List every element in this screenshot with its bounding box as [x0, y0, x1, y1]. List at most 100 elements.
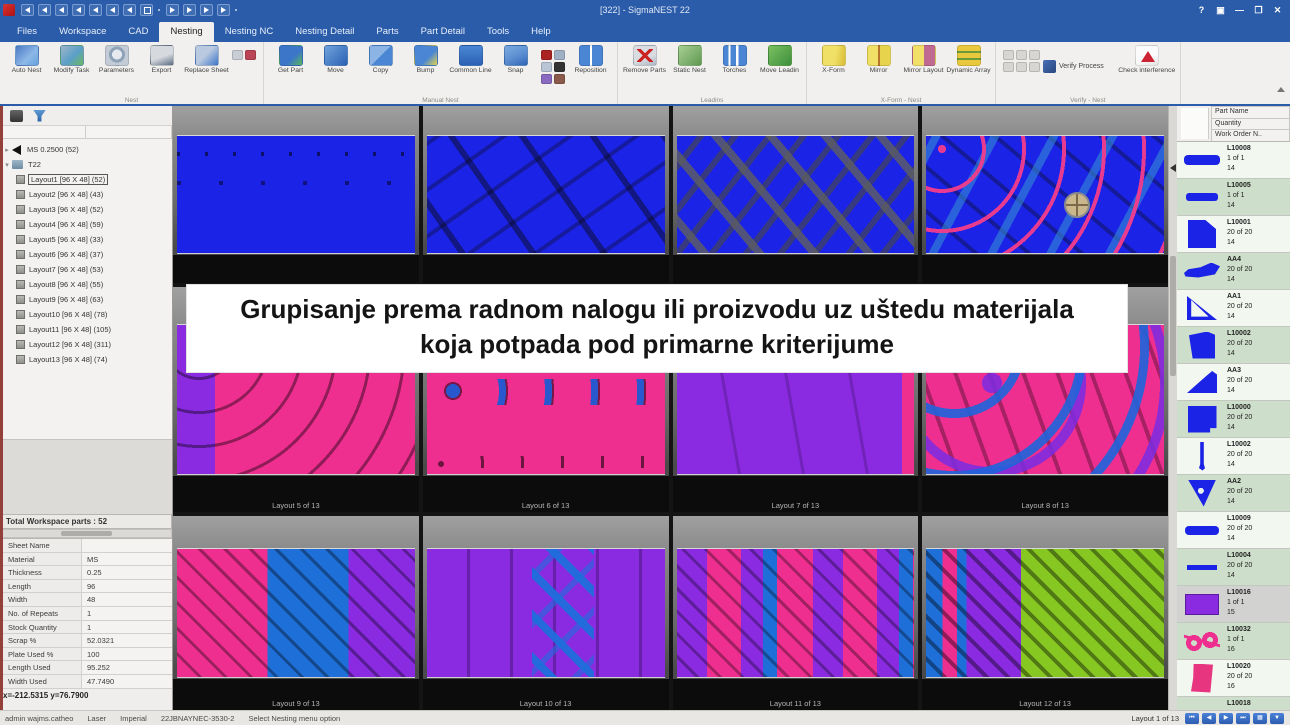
layout-thumbnail-10[interactable]: Layout 10 of 13	[423, 516, 669, 710]
qa-run-icon-1[interactable]	[166, 4, 179, 16]
column-header-part-name[interactable]: Part Name	[1211, 106, 1290, 118]
layout-thumbnail-2[interactable]	[423, 106, 669, 283]
reposition-button[interactable]: Reposition	[568, 44, 613, 75]
xform-button[interactable]: X-Form	[811, 44, 856, 75]
qa-nest-icon-4[interactable]	[72, 4, 85, 16]
tree-layout-11[interactable]: Layout11 [96 X 48] (105)	[2, 322, 172, 337]
part-row-L10001[interactable]: L1000120 of 2014	[1177, 216, 1290, 253]
part-row-L10005[interactable]: L100051 of 114	[1177, 179, 1290, 216]
layout-thumbnail-4[interactable]	[922, 106, 1168, 283]
tree-layout-1[interactable]: Layout1 [96 X 48] (52)	[2, 172, 172, 187]
modify-task-button[interactable]: Modify Task	[49, 44, 94, 75]
canvas-vertical-scrollbar[interactable]	[1168, 106, 1177, 710]
get-part-button[interactable]: Get Part	[268, 44, 313, 75]
part-row-L10009[interactable]: L1000920 of 2014	[1177, 512, 1290, 549]
tab-help[interactable]: Help	[520, 22, 562, 42]
check-interference-button[interactable]: Check interference	[1118, 44, 1176, 75]
part-row-AA1[interactable]: AA120 of 2014	[1177, 290, 1290, 327]
qa-nest-icon-5[interactable]	[89, 4, 102, 16]
part-row-L10016[interactable]: L100161 of 115	[1177, 586, 1290, 623]
layout-thumbnail-9[interactable]: Layout 9 of 13	[173, 516, 419, 710]
part-row-AA4[interactable]: AA420 of 2014	[1177, 253, 1290, 290]
nav-last-button[interactable]: ⏭	[1236, 713, 1250, 724]
app-icon[interactable]	[3, 4, 15, 16]
torches-button[interactable]: Torches	[712, 44, 757, 75]
layout-switch-button[interactable]: ▣	[1212, 3, 1229, 17]
angle-icon[interactable]	[1003, 50, 1014, 60]
parts-filter-box[interactable]	[1181, 108, 1209, 139]
tree-layout-12[interactable]: Layout12 [96 X 48] (311)	[2, 337, 172, 352]
photo-icon[interactable]	[554, 50, 565, 60]
copy-button[interactable]: Copy	[358, 44, 403, 75]
qa-run-icon-2[interactable]	[183, 4, 196, 16]
camera-icon[interactable]	[541, 62, 552, 72]
tab-workspace[interactable]: Workspace	[48, 22, 117, 42]
ribbon-collapse-caret[interactable]	[1277, 87, 1285, 92]
filter-icon[interactable]	[33, 110, 46, 122]
part-row-L10002b[interactable]: L1000220 of 2014	[1177, 438, 1290, 475]
qa-nest-icon-3[interactable]	[55, 4, 68, 16]
export-button[interactable]: Export	[139, 44, 184, 75]
qa-run-icon-3[interactable]	[200, 4, 213, 16]
part-row-L10020[interactable]: L1002020 of 2016	[1177, 660, 1290, 697]
tab-nesting-detail[interactable]: Nesting Detail	[284, 22, 365, 42]
replace-sheet-button[interactable]: Replace Sheet	[184, 44, 229, 75]
mirror-layout-button[interactable]: Mirror Layout	[901, 44, 946, 75]
verify-process-button[interactable]: Verify Process	[1043, 60, 1104, 73]
mirror-button[interactable]: Mirror	[856, 44, 901, 75]
snap-button[interactable]: Snap	[493, 44, 538, 75]
area-icon[interactable]	[1029, 62, 1040, 72]
tab-nesting-nc[interactable]: Nesting NC	[214, 22, 285, 42]
parameters-button[interactable]: Parameters	[94, 44, 139, 75]
qa-nest-icon-1[interactable]	[21, 4, 34, 16]
qa-nest-icon-2[interactable]	[38, 4, 51, 16]
span-measure-icon[interactable]	[1029, 50, 1040, 60]
layout-thumbnail-1[interactable]	[173, 106, 419, 283]
part-row-L10032[interactable]: L100321 of 116	[1177, 623, 1290, 660]
bump-button[interactable]: Bump	[403, 44, 448, 75]
qa-nest-icon-7[interactable]	[123, 4, 136, 16]
tree-layout-9[interactable]: Layout9 [96 X 48] (63)	[2, 292, 172, 307]
move-button[interactable]: Move	[313, 44, 358, 75]
column-header-quantity[interactable]: Quantity	[1211, 118, 1290, 130]
qa-stop-icon[interactable]	[140, 4, 153, 16]
machine-icon[interactable]	[10, 110, 23, 122]
tab-tools[interactable]: Tools	[476, 22, 520, 42]
qa-nest-icon-6[interactable]	[106, 4, 119, 16]
tree-layout-13[interactable]: Layout13 [96 X 48] (74)	[2, 352, 172, 367]
help-button[interactable]: ?	[1193, 3, 1210, 17]
tab-files[interactable]: Files	[6, 22, 48, 42]
part-row-L10002[interactable]: L1000220 of 2014	[1177, 327, 1290, 364]
tree-layout-7[interactable]: Layout7 [96 X 48] (53)	[2, 262, 172, 277]
nav-grid-button[interactable]: ▦	[1253, 713, 1267, 724]
part-row-L10008[interactable]: L100081 of 114	[1177, 142, 1290, 179]
nav-first-button[interactable]: ⏮	[1185, 713, 1199, 724]
tab-part-detail[interactable]: Part Detail	[410, 22, 476, 42]
globe-icon[interactable]	[554, 62, 565, 72]
column-header-work-order[interactable]: Work Order N..	[1211, 129, 1290, 141]
tree-horizontal-scrollbar[interactable]	[0, 529, 172, 538]
tree-task-folder[interactable]: ▾ T22	[2, 157, 172, 172]
panel-collapse-arrow-icon[interactable]	[1170, 164, 1176, 172]
height-icon[interactable]	[1016, 62, 1027, 72]
nav-prev-button[interactable]: ◀	[1202, 713, 1216, 724]
close-button[interactable]: ✕	[1269, 3, 1286, 17]
part-row-AA3[interactable]: AA320 of 2014	[1177, 364, 1290, 401]
layout-thumbnail-12[interactable]: Layout 12 of 13	[922, 516, 1168, 710]
tree-layout-6[interactable]: Layout6 [96 X 48] (37)	[2, 247, 172, 262]
tree-layout-2[interactable]: Layout2 [96 X 48] (43)	[2, 187, 172, 202]
rotate-icon[interactable]	[541, 74, 552, 84]
triangle-measure-icon[interactable]	[1016, 50, 1027, 60]
common-line-button[interactable]: Common Line	[448, 44, 493, 75]
tree-layout-10[interactable]: Layout10 [96 X 48] (78)	[2, 307, 172, 322]
tree-root-material[interactable]: ▸ MS 0.2500 (52)	[2, 142, 172, 157]
part-row-L10004[interactable]: L1000420 of 2014	[1177, 549, 1290, 586]
tab-parts[interactable]: Parts	[365, 22, 409, 42]
part-row-AA2[interactable]: AA220 of 2014	[1177, 475, 1290, 512]
auto-nest-button[interactable]: Auto Nest	[4, 44, 49, 75]
tree-layout-4[interactable]: Layout4 [96 X 48] (59)	[2, 217, 172, 232]
paste-sheet-icon[interactable]	[232, 50, 243, 60]
layout-thumbnail-3[interactable]	[673, 106, 919, 283]
tree-layout-3[interactable]: Layout3 [96 X 48] (52)	[2, 202, 172, 217]
qa-dropdown-caret[interactable]	[234, 4, 239, 16]
